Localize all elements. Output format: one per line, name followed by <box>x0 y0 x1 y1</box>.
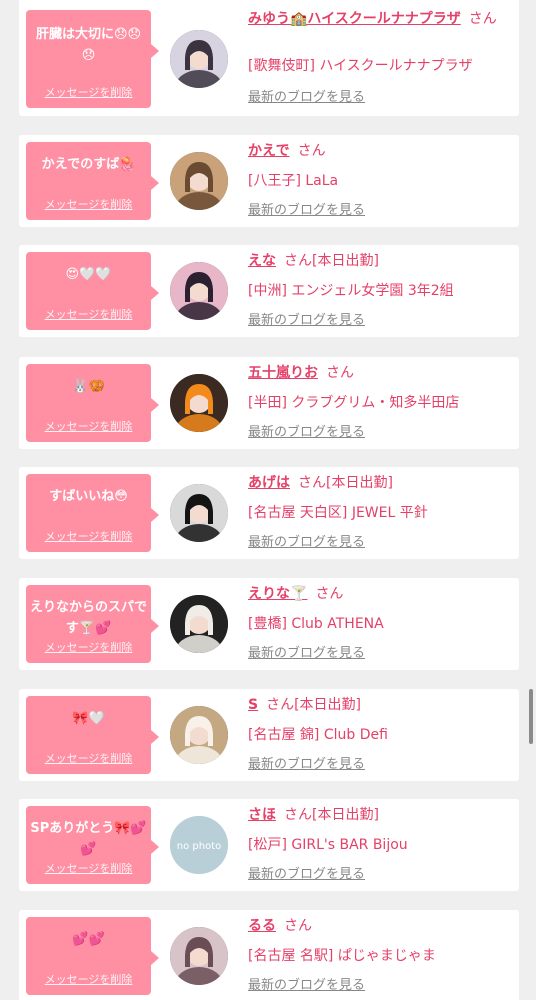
profile-photo-icon <box>170 595 228 653</box>
working-today-badge: [本日出勤] <box>326 475 393 491</box>
favorites-list: 肝臓は大切に😞😞😞 メッセージを削除 みゆう🏫ハイスクールナナプラザ さん [歌舞… <box>0 0 536 1000</box>
honorific: さん <box>284 253 312 269</box>
working-today-badge: [本日出勤] <box>294 697 362 713</box>
message-bubble: えりなからのスパです🍸💕 メッセージを削除 <box>26 585 159 663</box>
avatar[interactable] <box>170 595 228 653</box>
shop-name: [名古屋 名駅] ぱじゃまじゃま <box>248 948 436 964</box>
avatar[interactable]: no photo <box>170 816 228 874</box>
latest-blog-link[interactable]: 最新のブログを見る <box>248 199 365 218</box>
latest-blog-link[interactable]: 最新のブログを見る <box>248 642 365 661</box>
shop-name: [松戸] GIRL's BAR Bijou <box>248 837 408 853</box>
girl-name-link[interactable]: あげは <box>248 475 290 491</box>
message-text: 🎀🤍 <box>72 711 105 726</box>
avatar[interactable] <box>170 374 228 432</box>
girl-name-link[interactable]: かえで <box>248 143 290 159</box>
message-bubble: 😍🤍🤍 メッセージを削除 <box>26 252 159 330</box>
shop-name: [豊橋] Club ATHENA <box>248 616 384 632</box>
message-bubble: SPありがとう🎀💕💕 メッセージを削除 <box>26 806 159 884</box>
shop-name: [名古屋 天白区] JEWEL 平針 <box>248 505 428 521</box>
favorite-card: SPありがとう🎀💕💕 メッセージを削除 no photo さほ さん[本日出勤] … <box>19 799 519 891</box>
message-bubble: 🎀🤍 メッセージを削除 <box>26 696 159 774</box>
avatar[interactable] <box>170 484 228 542</box>
shop-name: [名古屋 錦] Club Defi <box>248 727 388 743</box>
honorific: さん <box>297 143 326 159</box>
message-bubble: 💕💕 メッセージを削除 <box>26 917 159 995</box>
avatar[interactable] <box>170 927 228 985</box>
honorific: さん <box>298 475 326 491</box>
honorific: さん <box>266 697 295 713</box>
profile-photo-icon <box>170 927 228 985</box>
working-today-badge: [本日出勤] <box>312 253 379 269</box>
latest-blog-link[interactable]: 最新のブログを見る <box>248 531 365 550</box>
delete-message-link[interactable]: メッセージを削除 <box>26 528 151 544</box>
profile-photo-icon <box>170 484 228 542</box>
girl-name-link[interactable]: えな <box>248 253 276 269</box>
message-text: 🐰🥨 <box>72 379 105 394</box>
avatar[interactable] <box>170 152 228 210</box>
message-bubble: かえでのすば🪼 メッセージを削除 <box>26 142 159 220</box>
shop-name: [中洲] エンジェル女学園 3年2組 <box>248 283 454 299</box>
delete-message-link[interactable]: メッセージを削除 <box>26 860 151 876</box>
message-text: 💕💕 <box>72 932 105 947</box>
favorite-card: すばいいね😳 メッセージを削除 あげは さん[本日出勤] [名古屋 天白区] JE… <box>19 467 519 559</box>
message-text: すばいいね😳 <box>49 489 128 504</box>
profile-photo-icon <box>170 374 228 432</box>
avatar[interactable] <box>170 30 228 88</box>
message-text: かえでのすば🪼 <box>41 157 136 172</box>
latest-blog-link[interactable]: 最新のブログを見る <box>248 86 365 105</box>
working-today-badge: [本日出勤] <box>312 807 379 823</box>
delete-message-link[interactable]: メッセージを削除 <box>26 306 151 322</box>
avatar[interactable] <box>170 706 228 764</box>
scrollbar[interactable] <box>529 689 533 744</box>
latest-blog-link[interactable]: 最新のブログを見る <box>248 309 365 328</box>
girl-name-link[interactable]: みゆう🏫ハイスクールナナプラザ <box>248 11 461 27</box>
message-text: 肝臓は大切に😞😞😞 <box>35 27 142 63</box>
delete-message-link[interactable]: メッセージを削除 <box>26 971 151 987</box>
profile-photo-icon <box>170 152 228 210</box>
delete-message-link[interactable]: メッセージを削除 <box>26 418 151 434</box>
favorite-card: えりなからのスパです🍸💕 メッセージを削除 えりな🍸 さん [豊橋] Club A… <box>19 578 519 670</box>
shop-name: [歌舞伎町] ハイスクールナナプラザ <box>248 58 473 74</box>
latest-blog-link[interactable]: 最新のブログを見る <box>248 753 365 772</box>
delete-message-link[interactable]: メッセージを削除 <box>26 196 151 212</box>
favorite-card: 肝臓は大切に😞😞😞 メッセージを削除 みゆう🏫ハイスクールナナプラザ さん [歌舞… <box>19 0 519 116</box>
honorific: さん <box>284 807 312 823</box>
message-bubble: 肝臓は大切に😞😞😞 メッセージを削除 <box>26 10 159 108</box>
favorite-card: 💕💕 メッセージを削除 るる さん [名古屋 名駅] ぱじゃまじゃま 最新のブログ… <box>19 910 519 1000</box>
latest-blog-link[interactable]: 最新のブログを見る <box>248 421 365 440</box>
girl-name-link[interactable]: えりな🍸 <box>248 586 307 602</box>
favorite-card: かえでのすば🪼 メッセージを削除 かえで さん [八王子] LaLa 最新のブログ… <box>19 135 519 227</box>
latest-blog-link[interactable]: 最新のブログを見る <box>248 974 365 993</box>
message-text: 😍🤍🤍 <box>65 267 112 282</box>
no-photo-icon: no photo <box>170 816 228 874</box>
girl-name-link[interactable]: S <box>248 697 258 713</box>
girl-name-link[interactable]: さほ <box>248 807 276 823</box>
no-photo-label: no photo <box>177 841 221 852</box>
favorite-card: 🎀🤍 メッセージを削除 S さん[本日出勤] [名古屋 錦] Club Defi … <box>19 689 519 781</box>
girl-name-link[interactable]: るる <box>248 918 276 934</box>
message-bubble: 🐰🥨 メッセージを削除 <box>26 364 159 442</box>
profile-photo-icon <box>170 30 228 88</box>
honorific: さん <box>468 11 497 27</box>
delete-message-link[interactable]: メッセージを削除 <box>26 639 151 655</box>
latest-blog-link[interactable]: 最新のブログを見る <box>248 863 365 882</box>
message-text: えりなからのスパです🍸💕 <box>30 600 148 636</box>
message-text: SPありがとう🎀💕💕 <box>30 821 147 857</box>
favorite-card: 🐰🥨 メッセージを削除 五十嵐りお さん [半田] クラブグリム・知多半田店 最新… <box>19 357 519 449</box>
shop-name: [半田] クラブグリム・知多半田店 <box>248 395 460 411</box>
delete-message-link[interactable]: メッセージを削除 <box>26 750 151 766</box>
shop-name: [八王子] LaLa <box>248 173 339 189</box>
honorific: さん <box>284 918 312 934</box>
girl-name-link[interactable]: 五十嵐りお <box>248 365 318 381</box>
delete-message-link[interactable]: メッセージを削除 <box>26 84 151 100</box>
avatar[interactable] <box>170 262 228 320</box>
favorite-card: 😍🤍🤍 メッセージを削除 えな さん[本日出勤] [中洲] エンジェル女学園 3年… <box>19 245 519 337</box>
profile-photo-icon <box>170 262 228 320</box>
honorific: さん <box>326 365 354 381</box>
message-bubble: すばいいね😳 メッセージを削除 <box>26 474 159 552</box>
honorific: さん <box>315 586 344 602</box>
profile-photo-icon <box>170 706 228 764</box>
